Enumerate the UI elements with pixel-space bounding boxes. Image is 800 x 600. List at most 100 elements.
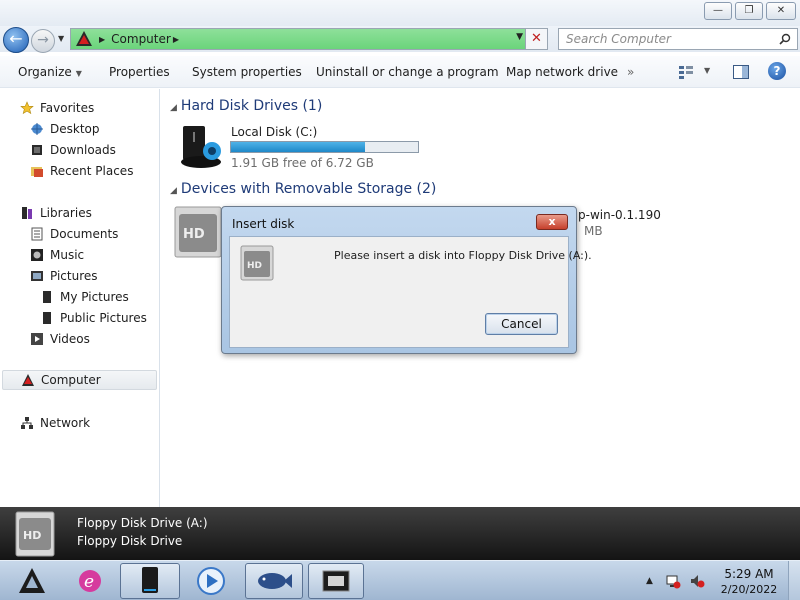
nav-label: Music bbox=[50, 248, 85, 262]
nav-label: Pictures bbox=[50, 269, 98, 283]
downloads-icon bbox=[32, 145, 42, 155]
nav-computer[interactable]: Computer bbox=[2, 370, 157, 390]
collapse-triangle-icon: ◢ bbox=[170, 186, 177, 196]
recent-pages-dropdown[interactable]: ▼ bbox=[58, 34, 68, 46]
details-pane: HD Floppy Disk Drive (A:) Floppy Disk Dr… bbox=[0, 507, 800, 560]
uninstall-program-button[interactable]: Uninstall or change a program bbox=[316, 65, 499, 79]
more-commands-button[interactable]: » bbox=[627, 65, 634, 79]
dialog-body: HD Please insert a disk into Floppy Disk… bbox=[229, 236, 592, 348]
media-player-icon bbox=[197, 567, 225, 595]
help-icon[interactable]: ? bbox=[768, 62, 786, 80]
back-button[interactable]: ← bbox=[3, 27, 29, 53]
preview-pane-icon[interactable] bbox=[733, 65, 749, 79]
nav-my-pictures[interactable]: My Pictures bbox=[40, 287, 129, 307]
dialog-message: Please insert a disk into Floppy Disk Dr… bbox=[334, 249, 592, 262]
details-item-type: Floppy Disk Drive bbox=[77, 534, 183, 548]
nav-pictures[interactable]: Pictures bbox=[30, 266, 98, 286]
change-view-icon[interactable] bbox=[678, 65, 694, 79]
nav-videos[interactable]: Videos bbox=[30, 329, 90, 349]
organize-label: Organize bbox=[18, 65, 72, 79]
details-item-name: Floppy Disk Drive (A:) bbox=[77, 516, 208, 530]
show-hidden-icons-button[interactable]: ▲ bbox=[646, 576, 653, 586]
navigation-bar: ← → ▼ ▶ Computer ▶ ▼ ✕ Search Computer bbox=[0, 26, 800, 53]
fish-app-icon bbox=[258, 573, 292, 589]
nav-label: Favorites bbox=[40, 101, 95, 115]
volume-muted-icon[interactable] bbox=[689, 573, 705, 589]
floppy-drive-icon: HD bbox=[15, 511, 55, 557]
nav-libraries[interactable]: Libraries bbox=[20, 203, 92, 223]
recent-places-icon bbox=[31, 167, 43, 177]
nav-label: Recent Places bbox=[50, 164, 134, 178]
search-input[interactable]: Search Computer bbox=[558, 28, 798, 50]
group-label: Devices with Removable Storage (2) bbox=[180, 181, 437, 197]
nav-documents[interactable]: Documents bbox=[30, 224, 118, 244]
forward-button[interactable]: → bbox=[31, 29, 55, 53]
show-desktop-button[interactable] bbox=[788, 561, 800, 600]
caption-buttons: — ❐ ✕ bbox=[704, 2, 796, 20]
group-label: Hard Disk Drives (1) bbox=[180, 98, 323, 114]
maximize-button[interactable]: ❐ bbox=[735, 2, 763, 20]
nav-label: Public Pictures bbox=[60, 311, 147, 325]
pictures-icon bbox=[31, 271, 43, 281]
dialog-close-button[interactable]: x bbox=[536, 214, 568, 230]
view-dropdown-icon[interactable]: ▼ bbox=[704, 66, 710, 75]
breadcrumb-separator-icon[interactable]: ▶ bbox=[99, 35, 105, 44]
removable-item-size: MB bbox=[584, 224, 603, 238]
floppy-drive-icon: HD bbox=[240, 245, 274, 281]
group-hard-disk-drives[interactable]: ◢ Hard Disk Drives (1) bbox=[170, 98, 322, 114]
cancel-button[interactable]: Cancel bbox=[485, 313, 558, 335]
music-icon bbox=[31, 249, 43, 261]
nav-label: Desktop bbox=[50, 122, 100, 136]
nav-music[interactable]: Music bbox=[30, 245, 84, 265]
start-logo-icon bbox=[19, 568, 45, 593]
stop-icon[interactable]: ✕ bbox=[525, 29, 547, 49]
network-status-icon[interactable] bbox=[665, 573, 681, 589]
window-title-bar: — ❐ ✕ bbox=[0, 0, 800, 26]
hard-drive-icon bbox=[181, 126, 221, 168]
address-bar[interactable]: ▶ Computer ▶ ▼ ✕ bbox=[70, 28, 548, 50]
clock-time[interactable]: 5:29 AM bbox=[717, 567, 781, 581]
close-button[interactable]: ✕ bbox=[766, 2, 796, 20]
properties-button[interactable]: Properties bbox=[109, 65, 170, 79]
taskbar-app-fish[interactable] bbox=[245, 563, 303, 599]
explorer-drive-icon bbox=[142, 567, 158, 593]
search-placeholder: Search Computer bbox=[566, 32, 671, 46]
star-icon bbox=[20, 101, 34, 115]
desktop-icon bbox=[31, 123, 43, 135]
minimize-button[interactable]: — bbox=[704, 2, 732, 20]
nav-desktop[interactable]: Desktop bbox=[30, 119, 100, 139]
floppy-drive-icon: HD bbox=[174, 206, 222, 258]
search-icon[interactable] bbox=[779, 33, 791, 45]
computer-logo-icon bbox=[76, 31, 92, 46]
taskbar: e ▲ 5:29 AM 2/20/2022 bbox=[0, 560, 800, 600]
nav-label: Network bbox=[40, 416, 91, 430]
taskbar-explorer[interactable] bbox=[120, 563, 180, 599]
command-bar: Organize ▼ Properties System properties U… bbox=[0, 56, 800, 88]
system-properties-button[interactable]: System properties bbox=[192, 65, 302, 79]
taskbar-media-player[interactable] bbox=[186, 563, 236, 599]
address-dropdown-icon[interactable]: ▼ bbox=[516, 32, 523, 42]
breadcrumb-separator-icon[interactable]: ▶ bbox=[173, 35, 179, 44]
disk-usage-fill bbox=[231, 142, 365, 152]
nav-label: My Pictures bbox=[60, 290, 129, 304]
svg-text:HD: HD bbox=[183, 227, 205, 242]
taskbar-internet-explorer[interactable]: e bbox=[68, 563, 112, 599]
system-tray: ▲ bbox=[646, 561, 705, 600]
start-button[interactable] bbox=[4, 563, 60, 599]
network-icon bbox=[21, 417, 33, 429]
map-network-drive-button[interactable]: Map network drive bbox=[506, 65, 618, 79]
computer-logo-icon bbox=[22, 374, 34, 386]
nav-downloads[interactable]: Downloads bbox=[30, 140, 116, 160]
clock-date[interactable]: 2/20/2022 bbox=[717, 583, 781, 596]
nav-network[interactable]: Network bbox=[20, 413, 90, 433]
taskbar-app-window[interactable] bbox=[308, 563, 364, 599]
group-removable-storage[interactable]: ◢ Devices with Removable Storage (2) bbox=[170, 181, 436, 197]
organize-button[interactable]: Organize ▼ bbox=[18, 65, 82, 79]
nav-public-pictures[interactable]: Public Pictures bbox=[40, 308, 147, 328]
nav-recent-places[interactable]: Recent Places bbox=[30, 161, 133, 181]
breadcrumb-computer[interactable]: Computer bbox=[111, 32, 171, 46]
nav-label: Documents bbox=[50, 227, 119, 241]
nav-label: Libraries bbox=[40, 206, 92, 220]
nav-favorites[interactable]: Favorites bbox=[20, 98, 94, 118]
documents-icon bbox=[31, 227, 43, 241]
